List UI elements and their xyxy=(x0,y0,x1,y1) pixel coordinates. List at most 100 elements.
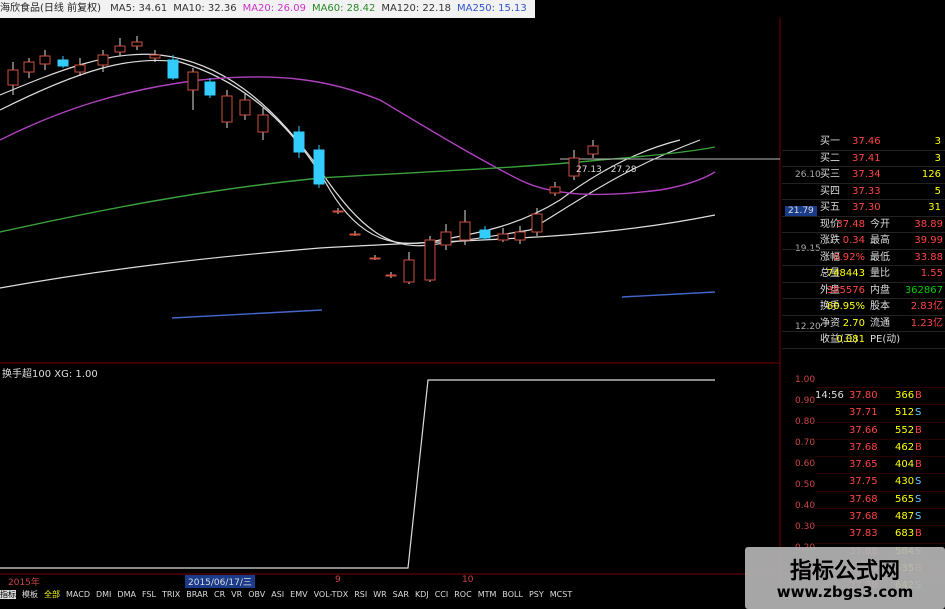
stat-value-2: 33.88 xyxy=(914,251,943,263)
bid-price: 37.30 xyxy=(852,202,881,213)
trade-volume: 487 xyxy=(895,511,915,523)
tab-item[interactable]: 全部 xyxy=(44,590,60,599)
tab-item[interactable]: WR xyxy=(373,590,386,599)
timeline-date[interactable]: 2015/06/17/三 xyxy=(185,575,255,588)
stat-label-2: 股本 xyxy=(870,301,890,312)
stock-title: 海欣食品(日线 前复权) xyxy=(0,3,101,14)
stat-value: 385576 xyxy=(826,284,865,296)
tab-item[interactable]: BRAR xyxy=(186,590,208,599)
trade-row: 37.71 512 S xyxy=(815,404,945,421)
tab-item[interactable]: DMI xyxy=(96,590,111,599)
indicator-axis-label: 0.80 xyxy=(795,417,816,427)
tab-item[interactable]: 模板 xyxy=(22,590,38,599)
bid-label: 买五 xyxy=(820,202,840,213)
trade-volume: 430 xyxy=(895,476,915,488)
stat-label-2: 量比 xyxy=(870,268,890,279)
trade-volume: 512 xyxy=(895,407,915,419)
ma-label: MA120: 22.18 xyxy=(381,3,452,14)
candlestick xyxy=(385,272,397,278)
tab-item[interactable]: ASI xyxy=(271,590,284,599)
timeline-year: 2015年 xyxy=(8,578,40,588)
ma-label: MA250: 15.13 xyxy=(457,3,527,14)
bid-price: 37.41 xyxy=(852,152,881,164)
candlestick xyxy=(403,252,415,284)
trade-side: S xyxy=(915,493,922,505)
tab-item[interactable]: FSL xyxy=(142,590,156,599)
candlestick xyxy=(39,50,51,70)
tab-item[interactable]: BOLL xyxy=(502,590,523,599)
ma-green-line xyxy=(0,146,716,233)
tab-item[interactable]: PSY xyxy=(529,590,544,599)
trade-price: 37.68 xyxy=(849,493,878,505)
tab-item[interactable]: OBV xyxy=(248,590,265,599)
stat-value: 748443 xyxy=(826,268,865,279)
stat-row: 收益(三) 0.081 PE(动) xyxy=(782,332,945,349)
candlestick xyxy=(459,210,471,245)
stat-label-2: 流通 xyxy=(870,317,890,329)
tab-item[interactable]: VR xyxy=(231,590,242,599)
tab-item[interactable]: MACD xyxy=(66,590,90,599)
stat-label-2: 最低 xyxy=(870,251,890,263)
candlestick xyxy=(114,38,126,56)
bid-volume: 31 xyxy=(928,202,941,213)
timeline-bar: 2015年 2015/06/17/三 9 10 xyxy=(0,575,760,588)
stat-row: 外盘 385576 内盘 362867 xyxy=(782,283,945,299)
stat-row: 净资 2.70 流通 1.23亿 xyxy=(782,316,945,332)
ma-white-line-2 xyxy=(0,59,681,245)
trade-row: 14:56 37.80 366 B xyxy=(815,387,945,404)
candlestick xyxy=(514,226,526,244)
bid-row: 买五 37.30 31 xyxy=(782,200,945,217)
trade-side: B xyxy=(915,459,922,471)
stat-row: 换手 60.95% 股本 2.83亿 xyxy=(782,299,945,316)
tab-item[interactable]: ROC xyxy=(454,590,471,599)
candlestick xyxy=(167,55,179,80)
indicator-axis-label: 0.70 xyxy=(795,438,816,448)
tab-item[interactable]: SAR xyxy=(393,590,409,599)
stat-value-2: 38.89 xyxy=(914,218,943,230)
indicator-title: 换手超100 XG: 1.00 xyxy=(2,369,98,380)
bid-volume: 3 xyxy=(934,152,941,164)
tab-item[interactable]: MTM xyxy=(478,590,497,599)
tab-item[interactable]: DMA xyxy=(117,590,136,599)
ma-label: MA20: 26.09 xyxy=(242,3,306,14)
indicator-axis-label: 0.60 xyxy=(795,459,816,469)
indicator-tabs[interactable]: 指标 模板 全部 MACD DMI DMA FSL TRIX BRAR CR VR OBV ASI EMV… xyxy=(0,589,578,600)
trade-volume: 404 xyxy=(895,459,915,471)
watermark-url: www.zbgs3.com xyxy=(776,583,914,601)
tab-item[interactable]: 指标 xyxy=(0,590,16,599)
trade-price: 37.80 xyxy=(849,390,878,401)
tab-item[interactable]: CR xyxy=(214,590,225,599)
trade-side: B xyxy=(915,528,922,540)
bid-volume: 126 xyxy=(921,169,941,180)
tab-item[interactable]: VOL-TDX xyxy=(314,590,349,599)
candlestick xyxy=(221,90,233,128)
trade-side: S xyxy=(915,476,922,488)
stat-label-2: 今开 xyxy=(870,218,890,230)
bid-row: 买一 37.46 3 xyxy=(782,134,945,151)
candlestick xyxy=(369,255,381,260)
watermark-title: 指标公式网 xyxy=(789,559,900,584)
trade-side: S xyxy=(915,407,922,419)
tab-item[interactable]: TRIX xyxy=(162,590,180,599)
stat-label: 净资 xyxy=(820,317,840,329)
trade-price: 37.66 xyxy=(849,424,878,436)
indicator-step-line xyxy=(0,379,715,569)
tab-item[interactable]: CCI xyxy=(435,590,449,599)
tab-item[interactable]: MCST xyxy=(550,590,572,599)
tab-item[interactable]: RSI xyxy=(354,590,367,599)
indicator-axis-label: 0.40 xyxy=(795,501,816,511)
ma-purple-line xyxy=(0,76,716,196)
candlestick xyxy=(440,224,452,250)
trade-price: 37.75 xyxy=(849,476,878,488)
timeline-mark-10: 10 xyxy=(462,575,474,585)
stat-label-2: 内盘 xyxy=(870,284,890,296)
stat-value-2: 1.55 xyxy=(920,268,943,279)
tab-item[interactable]: EMV xyxy=(290,590,307,599)
trade-side: B xyxy=(915,441,922,453)
candlestick xyxy=(7,62,19,95)
trade-price: 37.83 xyxy=(849,528,878,540)
tab-item[interactable]: KDJ xyxy=(415,590,429,599)
indicator-axis-label: 0.30 xyxy=(795,522,816,532)
candlestick xyxy=(293,126,305,158)
candlestick xyxy=(313,145,325,188)
